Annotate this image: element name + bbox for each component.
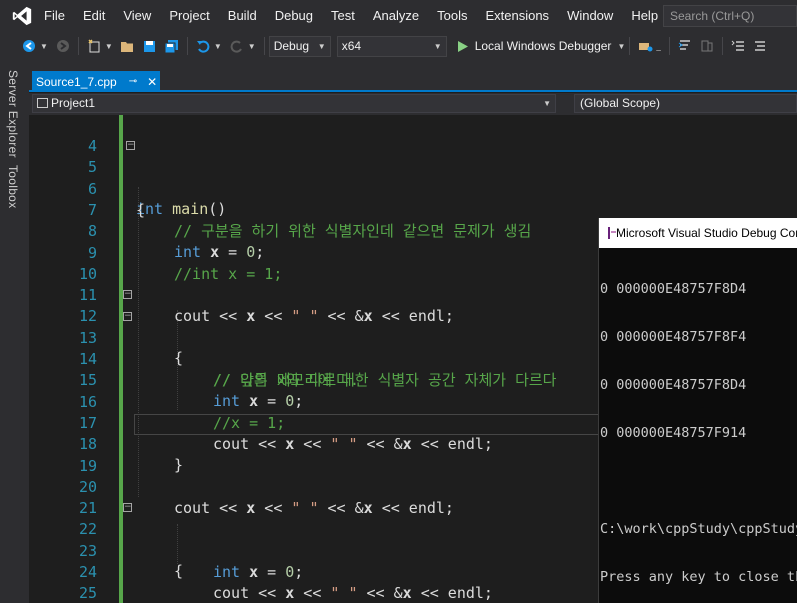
code-line: 5 − int main() (29, 136, 797, 219)
code-line: 4 (29, 115, 797, 155)
back-icon[interactable] (20, 37, 38, 55)
console-line: 0 000000E48757F914 (600, 425, 747, 441)
start-debugging-button[interactable]: Local Windows Debugger ▼ (457, 39, 626, 53)
open-folder-icon[interactable] (119, 37, 137, 55)
menu-bar: File Edit View Project Build Debug Test … (0, 0, 797, 31)
project-icon (37, 98, 48, 108)
save-all-icon[interactable] (163, 37, 181, 55)
debug-console-window[interactable]: Microsoft Visual Studio Debug Console 0 … (598, 218, 797, 603)
server-explorer-tab[interactable]: Server Explorer (6, 70, 20, 158)
search-input[interactable]: Search (Ctrl+Q) (663, 5, 797, 27)
project-dropdown[interactable]: Project1 ▼ (32, 94, 556, 113)
menu-tools[interactable]: Tools (428, 0, 476, 31)
step-over-icon[interactable] (698, 37, 716, 55)
platform-select[interactable]: x64 ▼ (336, 35, 447, 57)
menu-debug[interactable]: Debug (266, 0, 322, 31)
menu-extensions[interactable]: Extensions (476, 0, 558, 31)
redo-dropdown-icon[interactable]: ▼ (248, 42, 256, 51)
platform-value: x64 (341, 39, 362, 53)
toolbar-separator (668, 37, 670, 55)
back-dropdown-icon[interactable]: ▼ (40, 42, 48, 51)
toolbox-tab[interactable]: Toolbox (6, 165, 20, 208)
chevron-down-icon: ▼ (317, 41, 326, 51)
step-into-icon[interactable] (676, 37, 694, 55)
new-dropdown-icon[interactable]: ▼ (105, 42, 113, 51)
menu-edit[interactable]: Edit (74, 0, 114, 31)
new-project-icon[interactable] (85, 37, 103, 55)
close-icon[interactable]: ✕ (147, 75, 157, 89)
chevron-down-icon: ▼ (617, 41, 626, 51)
menu-project[interactable]: Project (160, 0, 218, 31)
menu-view[interactable]: View (114, 0, 160, 31)
configuration-select[interactable]: Debug ▼ (268, 35, 331, 57)
save-icon[interactable] (141, 37, 159, 55)
diagnostic-dropdown-icon[interactable]: _ (656, 42, 660, 51)
collapse-icon[interactable]: − (123, 290, 132, 300)
tab-source1-7-cpp[interactable]: Source1_7.cpp ⊸ ✕ (32, 71, 160, 92)
toolbar-separator (77, 37, 79, 55)
chevron-down-icon: ▼ (543, 99, 551, 108)
diagnostic-icon[interactable] (636, 37, 654, 55)
console-line: Press any key to close this window . . . (600, 569, 797, 585)
console-title: Microsoft Visual Studio Debug Console (616, 226, 797, 240)
undo-dropdown-icon[interactable]: ▼ (214, 42, 222, 51)
menu-file[interactable]: File (44, 0, 74, 31)
undo-icon[interactable] (194, 37, 212, 55)
menu-help[interactable]: Help (622, 0, 667, 31)
toolbar-separator (263, 37, 265, 55)
console-output[interactable]: 0 000000E48757F8D4 0 000000E48757F8F4 0 … (599, 248, 797, 603)
play-icon (457, 40, 468, 52)
forward-icon[interactable] (54, 37, 72, 55)
code-line: 6 { (29, 158, 797, 219)
console-line: 0 000000E48757F8F4 (600, 329, 747, 345)
document-tab-strip: Source1_7.cpp ⊸ ✕ (29, 61, 797, 92)
menu-build[interactable]: Build (219, 0, 266, 31)
console-title-bar[interactable]: Microsoft Visual Studio Debug Console (599, 218, 797, 248)
console-line: 0 000000E48757F8D4 (600, 377, 747, 393)
debugger-label: Local Windows Debugger (474, 39, 612, 53)
uncomment-icon[interactable] (751, 37, 769, 55)
toolbar-separator (629, 37, 631, 55)
console-line: 0 000000E48757F8D4 (600, 281, 747, 297)
pin-icon[interactable]: ⊸ (129, 76, 137, 87)
navigation-bar: Project1 ▼ (Global Scope) (29, 93, 797, 115)
collapse-icon[interactable]: − (123, 503, 132, 513)
visual-studio-logo-icon[interactable] (0, 0, 44, 31)
configuration-value: Debug (273, 39, 310, 53)
toolbar: ▼ ▼ ▼ ▼ Debug ▼ x64 ▼ Local Windows Debu… (0, 31, 797, 61)
collapse-icon[interactable]: − (126, 141, 135, 151)
redo-icon[interactable] (228, 37, 246, 55)
code-line: 7 // 구분을 하기 위한 식별자인데 같으면 문제가 생김 (29, 179, 797, 240)
project-name: Project1 (51, 96, 96, 110)
console-line: C:\work\cppStudy\cppStudy\x64\Debug\Proj… (600, 521, 797, 537)
menu-test[interactable]: Test (322, 0, 364, 31)
scope-name: (Global Scope) (580, 96, 661, 110)
tab-filename: Source1_7.cpp (36, 74, 117, 89)
comment-out-icon[interactable] (729, 37, 747, 55)
chevron-down-icon: ▼ (433, 41, 442, 51)
left-tool-sidebar: Server Explorer Toolbox (0, 61, 29, 603)
scope-dropdown[interactable]: (Global Scope) (574, 94, 797, 113)
menu-window[interactable]: Window (558, 0, 622, 31)
menu-analyze[interactable]: Analyze (364, 0, 428, 31)
console-app-icon (608, 227, 616, 239)
toolbar-separator (721, 37, 723, 55)
collapse-icon[interactable]: − (123, 311, 132, 321)
toolbar-separator (186, 37, 188, 55)
